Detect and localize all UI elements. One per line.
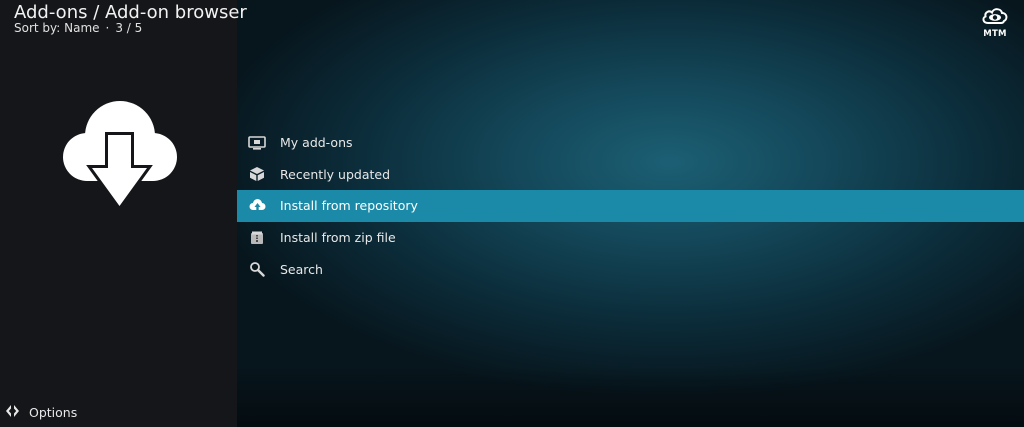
menu-item-my-addons[interactable]: My add-ons bbox=[237, 127, 1024, 159]
menu-item-install-from-zip[interactable]: Install from zip file bbox=[237, 222, 1024, 254]
options-label: Options bbox=[29, 404, 78, 420]
monitor-box-icon bbox=[248, 134, 266, 152]
item-position: 3 / 5 bbox=[115, 21, 143, 35]
package-box-icon bbox=[248, 165, 266, 183]
cloud-upload-icon bbox=[248, 197, 266, 215]
menu-item-label: Search bbox=[280, 261, 323, 277]
mtm-logo: MTM bbox=[980, 6, 1010, 39]
menu-item-label: My add-ons bbox=[280, 135, 353, 151]
options-arrows-icon bbox=[5, 403, 20, 422]
options-button[interactable]: Options bbox=[5, 403, 77, 421]
sort-info: Sort by: Name · 3 / 5 bbox=[14, 21, 142, 36]
eye-cloud-icon bbox=[981, 8, 1009, 30]
zip-archive-icon bbox=[248, 229, 266, 247]
separator: · bbox=[105, 21, 110, 35]
addon-browser-window: Add-ons / Add-on browser Sort by: Name · 3… bbox=[0, 0, 1024, 427]
left-info-panel bbox=[0, 0, 237, 427]
sort-label: Sort by: Name bbox=[14, 21, 100, 35]
addon-menu: My add-ons Recently updated Install from… bbox=[237, 127, 1024, 285]
menu-item-label: Recently updated bbox=[280, 166, 391, 182]
menu-item-label: Install from repository bbox=[280, 198, 418, 214]
menu-item-recently-updated[interactable]: Recently updated bbox=[237, 159, 1024, 191]
menu-item-install-from-repository[interactable]: Install from repository bbox=[237, 190, 1024, 222]
magnifier-icon bbox=[248, 260, 266, 278]
menu-item-label: Install from zip file bbox=[280, 230, 396, 246]
cloud-download-icon bbox=[58, 98, 180, 212]
logo-text: MTM bbox=[983, 29, 1007, 39]
menu-item-search[interactable]: Search bbox=[237, 253, 1024, 285]
